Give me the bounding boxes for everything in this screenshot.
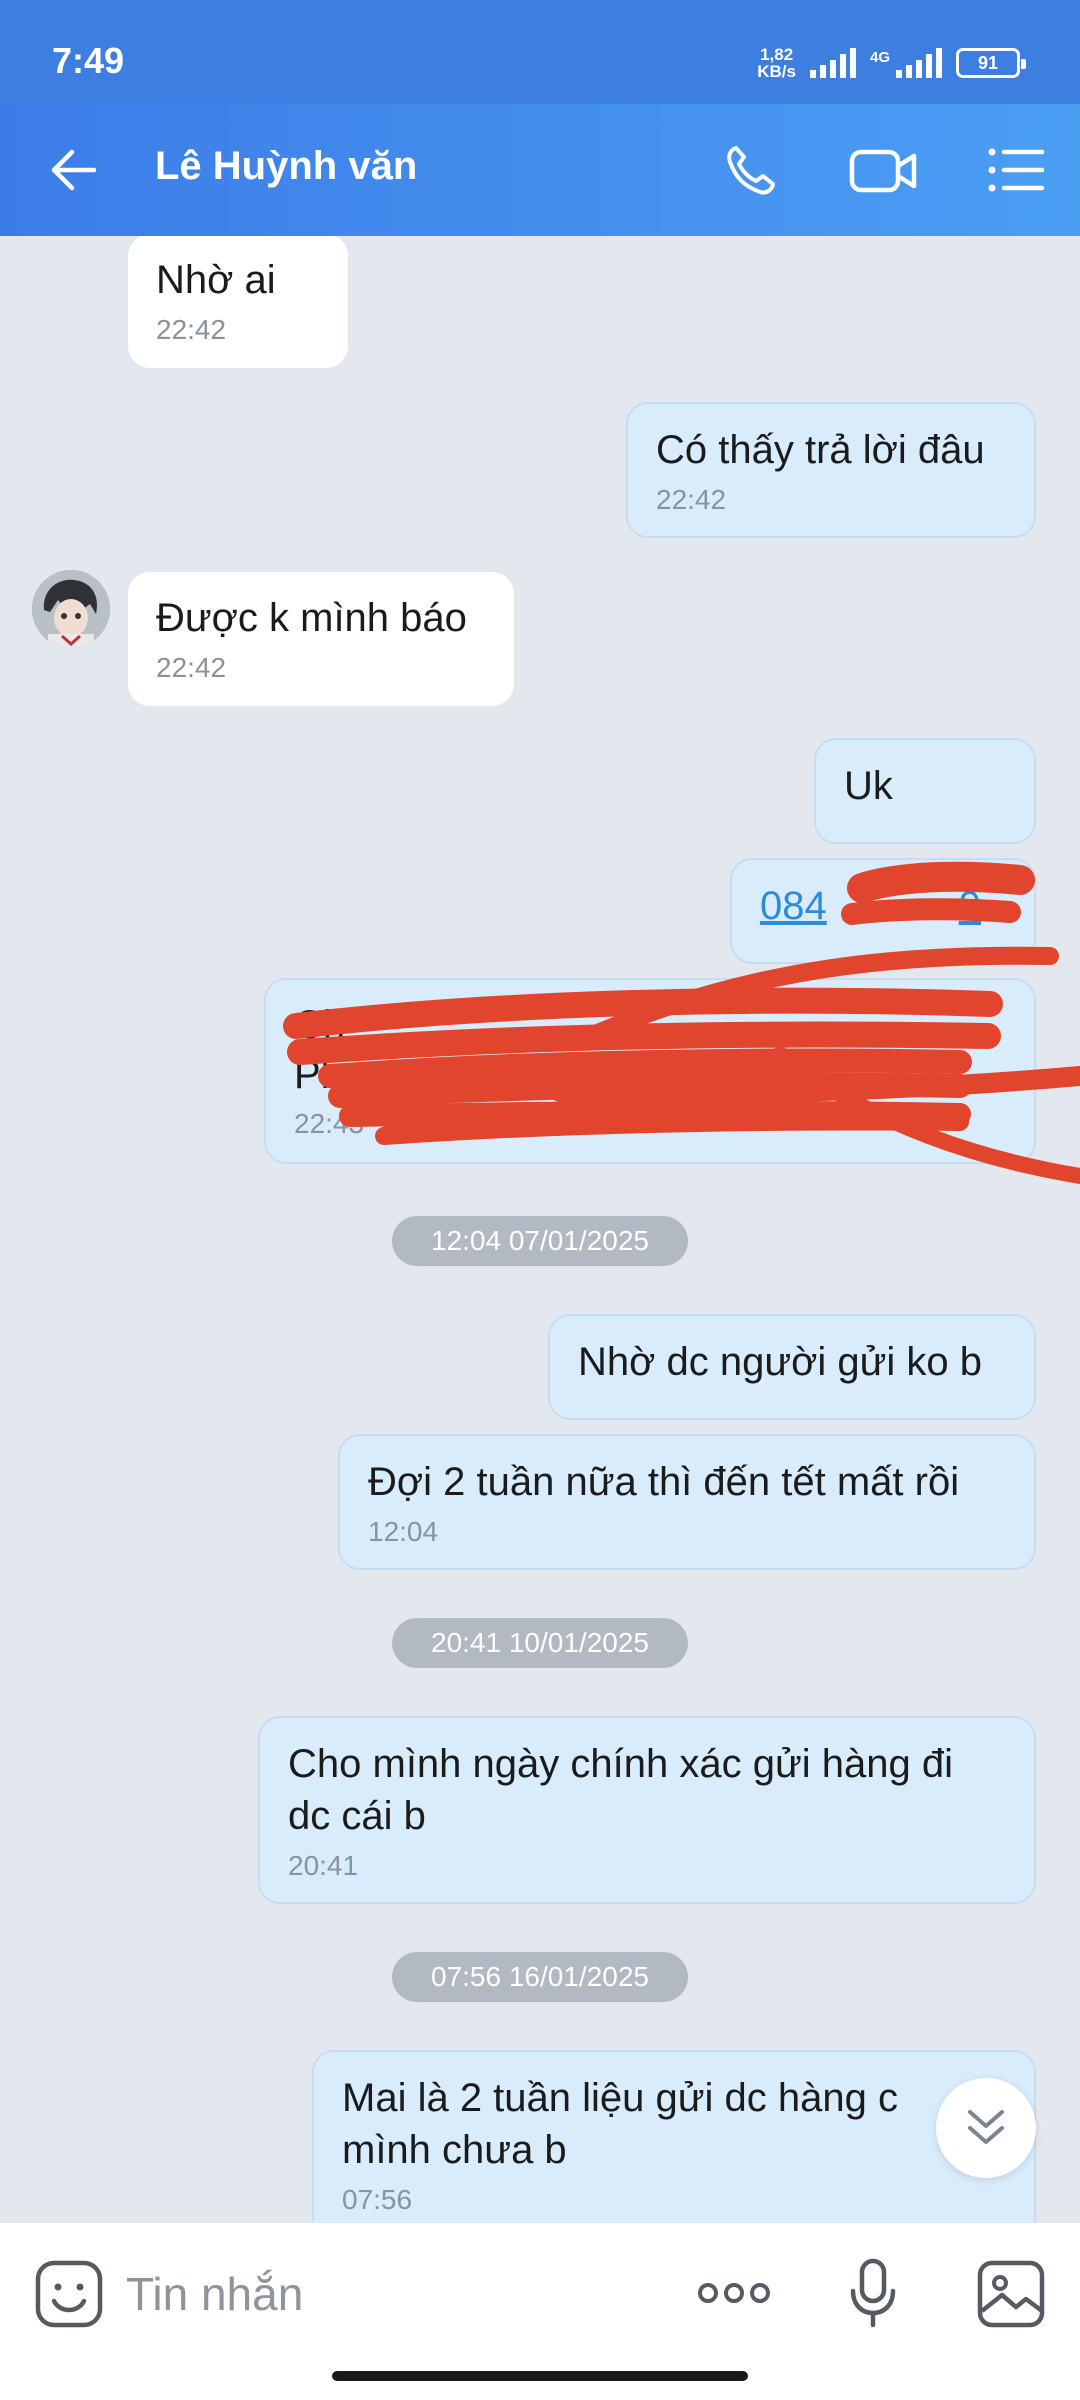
contact-name[interactable]: Lê Huỳnh văn xyxy=(155,144,417,189)
phone-number-link[interactable]: 084​9 xyxy=(760,884,981,928)
message-list[interactable]: Nhờ ai 22:42 Có thấy trả lời đâu 22:42 Đ… xyxy=(0,236,1080,2222)
message-bubble[interactable]: Đợi 2 tuần nữa thì đến tết mất rồi 12:04 xyxy=(338,1434,1036,1570)
status-bar: 7:49 1,82 KB/s 4G 91 xyxy=(0,0,1080,104)
message-bubble[interactable]: Nhờ dc người gửi ko b xyxy=(548,1314,1036,1420)
status-icons: 1,82 KB/s 4G 91 xyxy=(757,46,1026,80)
message-bubble[interactable]: Cho mình ngày chính xác gửi hàng đi dc c… xyxy=(258,1716,1036,1904)
message-bubble[interactable]: Có thấy trả lời đâu 22:42 xyxy=(626,402,1036,538)
message-time: 22:42 xyxy=(156,652,227,683)
message-time: 07:56 xyxy=(342,2184,413,2215)
message-text: Uk xyxy=(844,764,893,808)
message-input[interactable]: Tin nhắn xyxy=(126,2267,303,2321)
phone-icon[interactable] xyxy=(718,138,782,202)
list-menu-icon[interactable] xyxy=(984,138,1048,202)
network-speed-unit: KB/s xyxy=(757,62,796,81)
cell-signal-icon xyxy=(896,48,942,78)
chevron-double-down-icon xyxy=(968,2110,1004,2144)
network-speed-value: 1,82 xyxy=(760,45,794,64)
network-type: 4G xyxy=(869,48,890,66)
network-speed: 1,82 KB/s xyxy=(757,46,796,80)
message-text: Ch xyxy=(294,1003,346,1047)
date-separator: 12:04 07/01/2025 xyxy=(392,1216,688,1266)
status-time: 7:49 xyxy=(52,40,125,81)
message-text: Có thấy trả lời đâu xyxy=(656,428,985,472)
home-indicator[interactable] xyxy=(332,2371,748,2381)
message-time: 22:43 xyxy=(294,1108,365,1139)
date-separator: 20:41 10/01/2025 xyxy=(392,1618,688,1668)
message-bubble[interactable]: 084​9 xyxy=(730,858,1036,964)
message-text: Được k mình báo xyxy=(156,596,467,640)
message-text-line2: dc cái b xyxy=(288,1794,426,1838)
message-bubble[interactable]: Ch Ph 22:43 xyxy=(264,978,1036,1164)
message-text-line2: Ph xyxy=(294,1053,343,1097)
arrow-left-icon[interactable] xyxy=(42,138,106,202)
message-text: Cho mình ngày chính xác gửi hàng đi xyxy=(288,1742,953,1786)
chat-header: Lê Huỳnh văn xyxy=(0,104,1080,236)
message-time: 12:04 xyxy=(368,1516,439,1547)
message-text: Mai là 2 tuần liệu gửi dc hàng c xyxy=(342,2076,898,2120)
message-text: Đợi 2 tuần nữa thì đến tết mất rồi xyxy=(368,1460,960,1504)
message-bubble[interactable]: Uk xyxy=(814,738,1036,844)
message-bubble[interactable]: Mai là 2 tuần liệu gửi dc hàng c mình ch… xyxy=(312,2050,1036,2222)
scroll-to-bottom-button[interactable] xyxy=(936,2078,1036,2178)
sticker-face-icon[interactable] xyxy=(34,2259,104,2329)
message-bubble[interactable]: Được k mình báo 22:42 xyxy=(128,572,514,706)
message-bubble[interactable]: Nhờ ai 22:42 xyxy=(128,236,348,368)
phone-number-prefix: 084 xyxy=(760,884,827,928)
image-icon[interactable] xyxy=(976,2259,1046,2329)
message-text-line2: mình chưa b xyxy=(342,2128,567,2172)
date-separator: 07:56 16/01/2025 xyxy=(392,1952,688,2002)
message-time: 22:42 xyxy=(156,314,227,345)
avatar-image xyxy=(32,570,110,648)
battery-icon: 91 xyxy=(956,48,1026,78)
more-dots-icon[interactable] xyxy=(696,2275,772,2311)
avatar[interactable] xyxy=(32,570,110,648)
video-camera-icon[interactable] xyxy=(848,138,920,202)
message-time: 22:42 xyxy=(656,484,727,515)
message-time: 20:41 xyxy=(288,1850,359,1881)
wifi-signal-icon xyxy=(809,48,856,78)
message-text: Nhờ ai xyxy=(156,258,276,302)
message-text: Nhờ dc người gửi ko b xyxy=(578,1340,982,1384)
microphone-icon[interactable] xyxy=(848,2257,898,2331)
phone-number-suffix: 9 xyxy=(958,884,981,928)
